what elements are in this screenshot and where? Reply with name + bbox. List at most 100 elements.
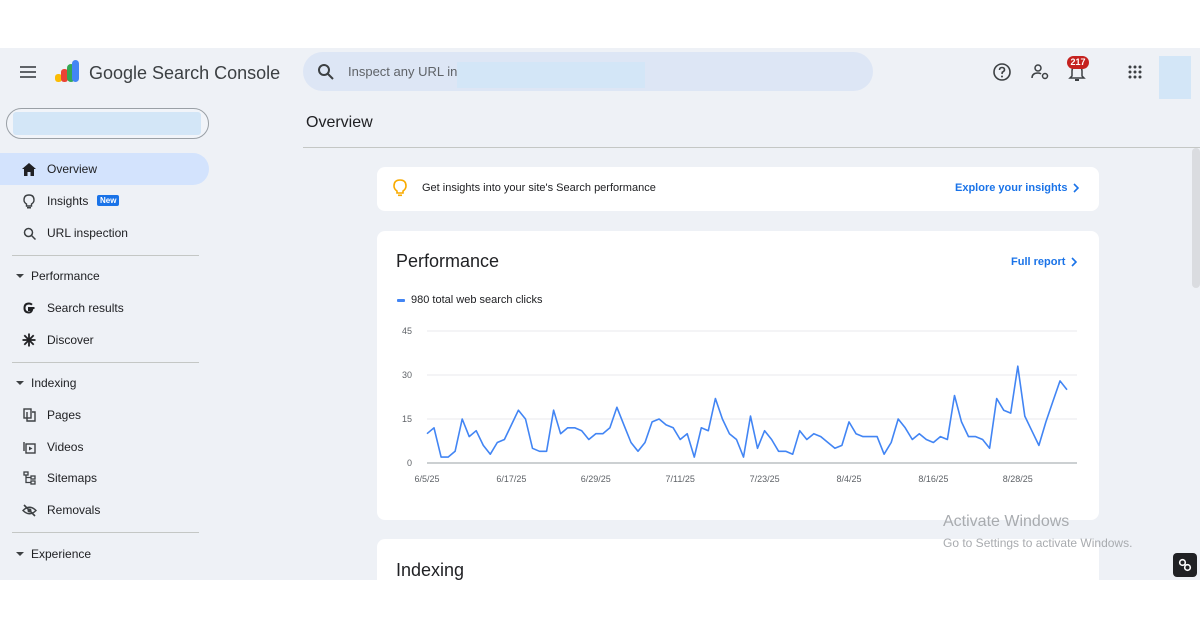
data-point <box>565 425 571 431</box>
data-point <box>452 448 458 454</box>
section-label: Performance <box>31 269 100 283</box>
x-tick-label: 7/11/25 <box>665 474 694 484</box>
explore-insights-label: Explore your insights <box>955 182 1068 194</box>
notification-count-badge: 217 <box>1067 56 1089 69</box>
property-selector[interactable] <box>6 108 209 139</box>
data-point <box>1001 407 1007 413</box>
data-point <box>621 422 627 428</box>
data-point <box>684 431 690 437</box>
visibility-off-icon <box>20 501 38 519</box>
sidebar-item-insights[interactable]: Insights New <box>0 185 209 217</box>
data-point <box>776 448 782 454</box>
video-icon <box>20 438 38 456</box>
data-point <box>572 425 578 431</box>
section-label: Indexing <box>31 376 77 390</box>
sitemap-icon <box>20 469 38 487</box>
apps-grid-icon[interactable] <box>1123 60 1147 84</box>
activate-windows-text: Go to Settings to activate Windows. <box>943 536 1133 550</box>
data-point <box>607 425 613 431</box>
insights-banner: Get insights into your site's Search per… <box>377 167 1099 211</box>
menu-icon[interactable] <box>18 62 38 82</box>
sidebar-divider <box>12 362 199 363</box>
data-point <box>712 395 718 401</box>
data-point <box>748 413 754 419</box>
sidebar-item-discover[interactable]: Discover <box>0 324 209 356</box>
data-point <box>888 439 894 445</box>
data-point <box>994 395 1000 401</box>
x-tick-label: 6/29/25 <box>581 474 611 484</box>
data-point <box>916 431 922 437</box>
data-point <box>656 416 662 422</box>
account-avatar[interactable] <box>1159 56 1191 99</box>
data-point <box>642 439 648 445</box>
data-point <box>593 431 599 437</box>
sidebar-divider <box>12 255 199 256</box>
full-report-link[interactable]: Full report <box>1011 256 1078 268</box>
data-point <box>839 442 845 448</box>
sidebar-section-indexing[interactable]: Indexing <box>0 369 209 397</box>
data-point <box>635 448 641 454</box>
sidebar-section-performance[interactable]: Performance <box>0 262 209 290</box>
data-point <box>740 454 746 460</box>
page-scrollbar[interactable] <box>1192 148 1200 288</box>
caret-down-icon <box>16 381 24 385</box>
sidebar-section-experience[interactable]: Experience <box>0 540 209 568</box>
sidebar-item-videos[interactable]: Videos <box>0 431 209 463</box>
header-divider <box>303 147 1200 148</box>
data-point <box>705 428 711 434</box>
legend-label: 980 total web search clicks <box>411 294 543 306</box>
lightbulb-icon <box>393 179 407 197</box>
data-point <box>930 439 936 445</box>
sidebar-item-sitemaps[interactable]: Sitemaps <box>0 462 209 494</box>
legend-swatch <box>397 299 405 302</box>
help-icon[interactable] <box>990 60 1014 84</box>
pages-icon <box>20 406 38 424</box>
data-point <box>522 416 528 422</box>
search-console-window: Google Search Console Inspect any URL in… <box>0 48 1200 580</box>
y-tick-label: 45 <box>402 326 412 336</box>
data-point <box>698 425 704 431</box>
data-point <box>860 434 866 440</box>
data-point <box>558 431 564 437</box>
sidebar-item-url-inspection[interactable]: URL inspection <box>0 217 209 249</box>
data-point <box>973 434 979 440</box>
data-point <box>944 437 950 443</box>
sidebar-item-label: Pages <box>47 408 82 422</box>
data-point <box>494 439 500 445</box>
data-point <box>1022 413 1028 419</box>
y-tick-label: 0 <box>407 458 412 468</box>
data-point <box>677 437 683 443</box>
sidebar-item-label: Videos <box>47 440 84 454</box>
data-point <box>691 454 697 460</box>
data-point <box>1015 363 1021 369</box>
data-point <box>959 419 965 425</box>
data-point <box>895 416 901 422</box>
app-title: Google Search Console <box>89 63 281 83</box>
url-inspection-search[interactable]: Inspect any URL in <box>303 52 873 91</box>
data-point <box>1029 428 1035 434</box>
performance-card: Performance Full report 980 total web se… <box>377 231 1099 520</box>
sidebar-item-removals[interactable]: Removals <box>0 494 209 526</box>
data-point <box>579 428 585 434</box>
sidebar-item-pages[interactable]: Pages <box>0 399 209 431</box>
data-point <box>508 422 514 428</box>
data-point <box>874 434 880 440</box>
link-icon[interactable] <box>1173 553 1197 577</box>
sidebar-item-overview[interactable]: Overview <box>0 153 209 185</box>
data-point <box>487 451 493 457</box>
data-point <box>649 419 655 425</box>
sidebar-item-label: Removals <box>47 503 101 517</box>
x-tick-label: 6/17/25 <box>496 474 526 484</box>
data-point <box>733 437 739 443</box>
data-point <box>663 422 669 428</box>
data-point <box>551 407 557 413</box>
sidebar-item-search-results[interactable]: Search results <box>0 292 209 324</box>
explore-insights-link[interactable]: Explore your insights <box>955 182 1080 194</box>
data-point <box>1064 387 1070 393</box>
data-point <box>445 454 451 460</box>
manage-users-icon[interactable] <box>1028 60 1052 84</box>
data-point <box>846 419 852 425</box>
section-label: Experience <box>31 547 92 561</box>
data-point <box>951 393 957 399</box>
data-point <box>614 404 620 410</box>
